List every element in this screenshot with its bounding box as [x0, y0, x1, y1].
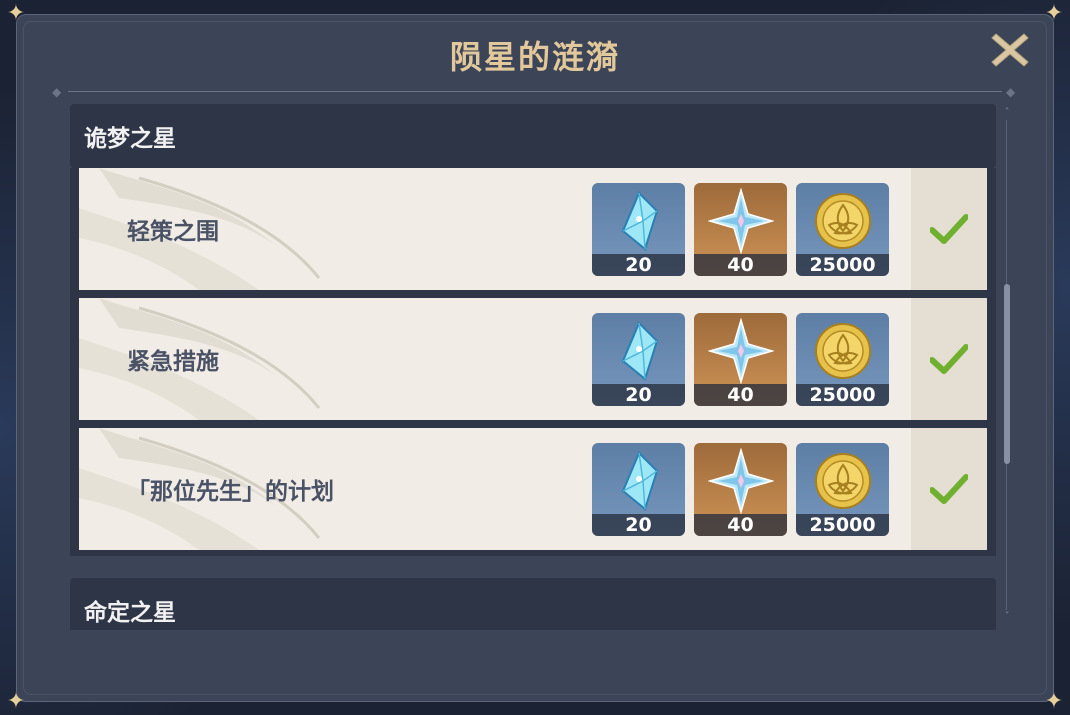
quest-list[interactable]: 诡梦之星 轻策之围 20 40 25000 紧急措施 20 40 25000 「…: [70, 104, 996, 630]
scroll-up-icon[interactable]: ˄: [1001, 108, 1013, 118]
checkmark-icon: [930, 344, 968, 374]
close-button[interactable]: [988, 28, 1032, 72]
reward-list: 20 40 25000: [592, 442, 889, 536]
star-exp-icon: [707, 317, 774, 384]
corner-ornament-icon: ✦: [6, 1, 26, 26]
quest-row[interactable]: 「那位先生」的计划 20 40 25000: [79, 428, 987, 550]
scrollbar[interactable]: ˄ ˅: [1004, 108, 1010, 622]
corner-ornament-icon: ✦: [1044, 689, 1064, 714]
quest-name: 「那位先生」的计划: [127, 479, 334, 505]
dialog-title: 陨星的涟漪: [449, 38, 620, 76]
reward-count: 20: [592, 513, 685, 536]
scroll-down-icon[interactable]: ˅: [1001, 612, 1013, 622]
quest-row[interactable]: 紧急措施 20 40 25000: [79, 298, 987, 420]
completed-status: [911, 168, 987, 290]
checkmark-icon: [930, 214, 968, 244]
section-rows: 轻策之围 20 40 25000 紧急措施 20 40 25000 「那位先生」…: [70, 168, 996, 556]
close-icon[interactable]: [988, 28, 1032, 72]
reward-item[interactable]: 25000: [796, 312, 889, 406]
primogem-crystal-icon: [621, 190, 658, 251]
corner-ornament-icon: ✦: [1044, 1, 1064, 26]
scrollbar-thumb[interactable]: [1004, 284, 1010, 464]
quest-name: 轻策之围: [127, 219, 219, 245]
quest-row[interactable]: 轻策之围 20 40 25000: [79, 168, 987, 290]
reward-count: 40: [694, 513, 787, 536]
reward-count: 40: [694, 253, 787, 276]
mora-coin-icon: [814, 192, 871, 249]
reward-item[interactable]: 25000: [796, 182, 889, 276]
divider-diamond-icon: ◆: [52, 85, 62, 99]
reward-count: 20: [592, 253, 685, 276]
reward-item[interactable]: 40: [694, 182, 787, 276]
reward-count: 40: [694, 383, 787, 406]
primogem-crystal-icon: [621, 450, 658, 511]
star-exp-icon: [707, 447, 774, 514]
primogem-crystal-icon: [621, 320, 658, 381]
reward-count: 25000: [796, 513, 889, 536]
reward-list: 20 40 25000: [592, 312, 889, 406]
reward-item[interactable]: 20: [592, 442, 685, 536]
mora-coin-icon: [814, 452, 871, 509]
section-header[interactable]: 诡梦之星: [70, 104, 996, 168]
star-exp-icon: [707, 187, 774, 254]
reward-item[interactable]: 20: [592, 312, 685, 406]
title-divider: ◆ ◆: [48, 86, 1022, 98]
checkmark-icon: [930, 474, 968, 504]
divider-diamond-icon: ◆: [1006, 85, 1016, 99]
reward-count: 20: [592, 383, 685, 406]
reward-count: 25000: [796, 383, 889, 406]
reward-item[interactable]: 40: [694, 442, 787, 536]
reward-item[interactable]: 40: [694, 312, 787, 406]
corner-ornament-icon: ✦: [6, 689, 26, 714]
reward-item[interactable]: 20: [592, 182, 685, 276]
reward-list: 20 40 25000: [592, 182, 889, 276]
quest-name: 紧急措施: [127, 349, 219, 375]
reward-count: 25000: [796, 253, 889, 276]
mora-coin-icon: [814, 322, 871, 379]
reward-item[interactable]: 25000: [796, 442, 889, 536]
completed-status: [911, 298, 987, 420]
completed-status: [911, 428, 987, 550]
section-header[interactable]: 命定之星: [70, 578, 996, 630]
